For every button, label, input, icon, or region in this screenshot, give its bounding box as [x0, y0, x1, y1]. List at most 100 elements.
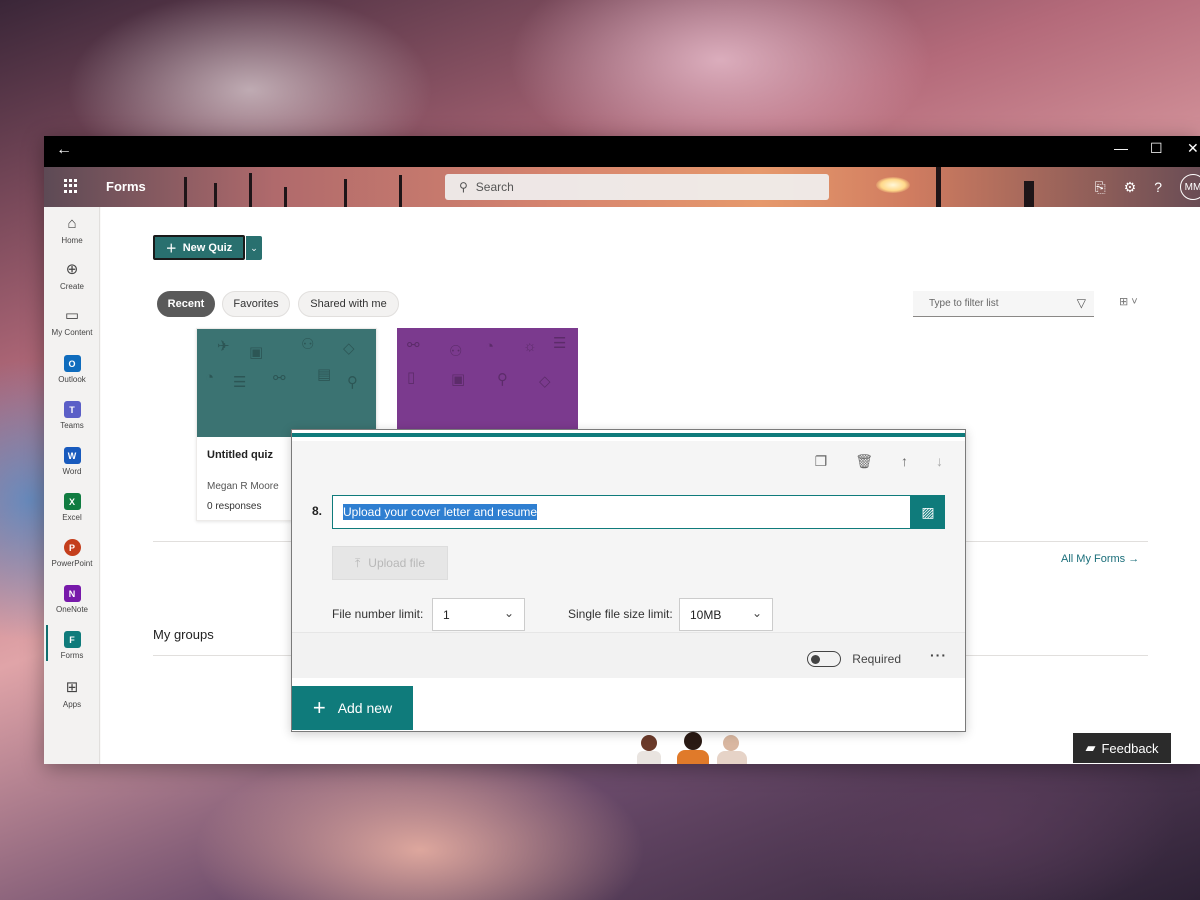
card-owner: Megan R Moore [207, 481, 279, 492]
delete-icon[interactable]: 🗑 [855, 453, 873, 470]
insert-media-button[interactable]: ▨ [911, 495, 945, 529]
rail-item-powerpoint[interactable]: P PowerPoint [44, 539, 100, 568]
add-new-button[interactable]: + Add new [292, 686, 413, 730]
home-icon: ⌂ [67, 215, 77, 232]
move-down-icon[interactable]: ↓ [936, 453, 943, 470]
minimize-icon[interactable]: — [1114, 140, 1128, 156]
more-options-icon[interactable]: ··· [930, 647, 947, 663]
folder-icon: ▭ [64, 307, 80, 324]
file-number-select[interactable]: 1 ⌄ [432, 598, 525, 631]
header-actions: ⎘ ⚙ ? MM [1094, 167, 1200, 207]
filter-icon[interactable]: ▽ [1077, 296, 1086, 310]
question-footer: Required ··· [292, 632, 965, 678]
upload-file-label: Upload file [368, 556, 425, 570]
app-name: Forms [106, 179, 146, 194]
grid-view-icon[interactable]: ⊞ ˅ [1119, 295, 1138, 308]
required-toggle[interactable] [807, 651, 841, 667]
excel-icon: X [63, 493, 81, 510]
chevron-down-icon: ⌄ [751, 606, 762, 620]
rail-item-home[interactable]: ⌂ Home [44, 215, 100, 245]
question-title-text: Upload your cover letter and resume [343, 504, 538, 520]
settings-icon[interactable]: ⚙ [1124, 179, 1137, 196]
card-responses: 0 responses [207, 501, 262, 512]
filter-input[interactable]: Type to filter list ▽ [913, 291, 1094, 317]
whats-new-icon[interactable]: ⎘ [1094, 179, 1105, 196]
new-quiz-label: New Quiz [182, 241, 233, 254]
avatar[interactable]: MM [1180, 174, 1200, 200]
people-illustration [637, 732, 747, 764]
question-editor: ❐ 🗑 ↑ ↓ 8. Upload your cover letter and … [292, 441, 965, 632]
forms-icon: F [63, 631, 81, 648]
question-number: 8. [312, 504, 323, 518]
plus-icon: + [312, 695, 326, 720]
required-label: Required [852, 652, 901, 666]
tab-shared-with-me[interactable]: Shared with me [298, 291, 399, 317]
question-title-input[interactable]: Upload your cover letter and resume [332, 495, 911, 529]
teams-icon: T [63, 401, 81, 418]
powerpoint-icon: P [63, 539, 81, 556]
plus-icon: ＋ [165, 242, 177, 255]
upload-icon: ⤒ [354, 555, 361, 570]
rail-item-create[interactable]: ⊕ Create [44, 261, 100, 291]
rail-item-label: OneNote [55, 605, 89, 614]
maximize-icon[interactable]: ☐ [1150, 140, 1163, 157]
file-size-value: 10MB [690, 607, 722, 622]
search-icon: ⚲ [459, 180, 468, 194]
search-box[interactable]: ⚲ Search [445, 174, 829, 200]
help-icon[interactable]: ? [1154, 179, 1162, 195]
rail-item-label: PowerPoint [51, 559, 93, 568]
rail-item-label: Word [62, 467, 82, 476]
my-groups-heading: My groups [153, 627, 214, 642]
rail-item-outlook[interactable]: O Outlook [44, 355, 100, 384]
new-dropdown-button[interactable]: ⌄ [246, 236, 262, 260]
rail-item-label: Home [61, 236, 83, 245]
rail-item-onenote[interactable]: N OneNote [44, 585, 100, 614]
chevron-down-icon: ⌄ [250, 242, 258, 253]
app-launcher-icon[interactable] [64, 179, 78, 193]
file-number-label: File number limit: [332, 607, 424, 621]
rail-item-forms[interactable]: F Forms [44, 625, 100, 661]
file-size-select[interactable]: 10MB ⌄ [679, 598, 773, 631]
image-icon: ▨ [921, 503, 935, 520]
tab-favorites[interactable]: Favorites [222, 291, 290, 317]
outlook-icon: O [63, 355, 81, 372]
search-placeholder: Search [475, 180, 514, 194]
rail-item-apps[interactable]: ⊞ Apps [44, 679, 100, 709]
rail-item-label: Outlook [58, 375, 86, 384]
question-editor-dialog: ❐ 🗑 ↑ ↓ 8. Upload your cover letter and … [291, 429, 966, 732]
rail-item-label: My Content [51, 328, 93, 337]
word-icon: W [63, 447, 81, 464]
upload-file-button: ⤒ Upload file [332, 546, 448, 580]
rail-item-label: Excel [62, 513, 82, 522]
move-up-icon[interactable]: ↑ [901, 453, 908, 470]
rail-item-label: Forms [60, 651, 84, 660]
rail-item-excel[interactable]: X Excel [44, 493, 100, 522]
tab-recent[interactable]: Recent [157, 291, 215, 317]
title-bar: ← — ☐ ✕ [44, 136, 1200, 167]
rail-item-label: Teams [60, 421, 84, 430]
apps-icon: ⊞ [65, 679, 79, 696]
close-icon[interactable]: ✕ [1187, 140, 1199, 157]
feedback-icon: ▰ [1085, 740, 1096, 755]
sunset-decoration [876, 177, 910, 193]
back-arrow-icon[interactable]: ← [56, 141, 72, 159]
card-thumbnail: ✈ ▣ ⚇ ◇ ◔ ☰ ⚯ ▤ ⚲ [197, 329, 376, 437]
feedback-button[interactable]: ▰ Feedback [1073, 733, 1171, 763]
rail-item-word[interactable]: W Word [44, 447, 100, 476]
create-icon: ⊕ [65, 261, 79, 278]
filter-placeholder: Type to filter list [929, 298, 999, 309]
rail-item-teams[interactable]: T Teams [44, 401, 100, 430]
card-thumbnail: ⚯ ⚇ ◔ ☼ ☰ ▯ ▣ ⚲ ◇ [397, 328, 578, 432]
card-title: Untitled quiz [207, 449, 273, 461]
all-my-forms-link[interactable]: All My Forms → [1061, 553, 1139, 565]
file-size-label: Single file size limit: [568, 607, 673, 621]
left-rail: ⌂ Home ⊕ Create ▭ My Content O Outlook T… [44, 207, 100, 764]
question-toolbar: ❐ 🗑 ↑ ↓ [815, 453, 943, 470]
new-quiz-button[interactable]: ＋ New Quiz [153, 235, 245, 260]
copy-icon[interactable]: ❐ [815, 453, 828, 470]
form-card[interactable]: ⚯ ⚇ ◔ ☼ ☰ ▯ ▣ ⚲ ◇ [397, 328, 578, 432]
chevron-down-icon: ⌄ [503, 606, 514, 620]
rail-item-my-content[interactable]: ▭ My Content [44, 307, 100, 337]
file-number-value: 1 [443, 607, 450, 622]
onenote-icon: N [63, 585, 81, 602]
